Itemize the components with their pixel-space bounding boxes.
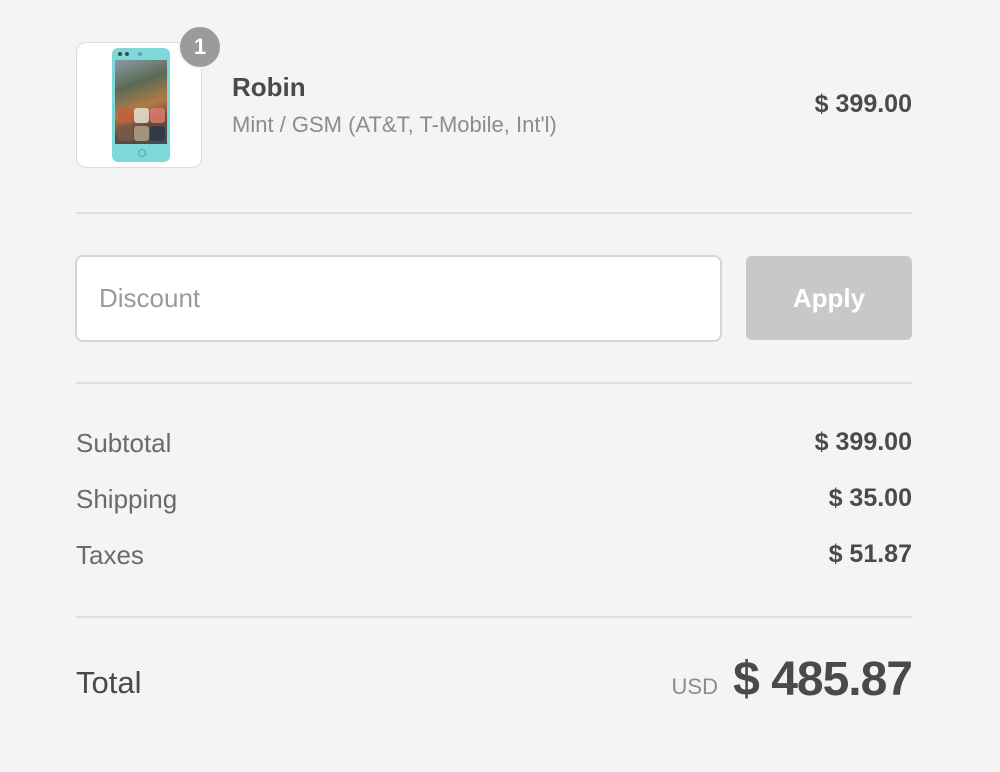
cart-line-item: 1 Robin Mint / GSM (AT&T, T-Mobile, Int'… xyxy=(76,25,912,170)
divider xyxy=(76,616,912,618)
taxes-line: Taxes $ 51.87 xyxy=(76,540,912,580)
subtotal-label: Subtotal xyxy=(76,428,172,458)
quantity-badge: 1 xyxy=(178,25,222,69)
app-tile xyxy=(118,126,133,141)
apply-discount-button[interactable]: Apply xyxy=(746,256,912,340)
divider xyxy=(76,212,912,214)
order-summary: 1 Robin Mint / GSM (AT&T, T-Mobile, Int'… xyxy=(0,0,1000,772)
taxes-value: $ 51.87 xyxy=(828,540,912,568)
product-variant: Mint / GSM (AT&T, T-Mobile, Int'l) xyxy=(232,112,557,137)
taxes-label: Taxes xyxy=(76,540,144,570)
app-tile xyxy=(134,108,149,123)
camera-dot xyxy=(118,52,122,56)
app-tile xyxy=(134,126,149,141)
phone-product-image xyxy=(112,48,170,162)
phone-screen xyxy=(115,60,167,144)
shipping-line: Shipping $ 35.00 xyxy=(76,484,912,524)
shipping-value: $ 35.00 xyxy=(828,484,912,512)
app-tile xyxy=(118,108,133,123)
subtotal-value: $ 399.00 xyxy=(814,428,912,456)
app-tile xyxy=(150,126,165,141)
app-tile xyxy=(150,108,165,123)
divider xyxy=(76,382,912,384)
discount-input[interactable] xyxy=(75,255,722,342)
total-amount: $ 485.87 xyxy=(733,653,913,706)
currency-code: USD xyxy=(671,674,718,699)
total-line: Total USD $ 485.87 xyxy=(76,650,913,720)
home-button xyxy=(138,149,146,157)
camera-dot xyxy=(125,52,129,56)
total-label: Total xyxy=(76,665,142,700)
subtotal-line: Subtotal $ 399.00 xyxy=(76,428,912,468)
speaker-dot xyxy=(138,52,142,56)
product-name: Robin xyxy=(232,72,306,102)
product-price: $ 399.00 xyxy=(814,90,912,118)
shipping-label: Shipping xyxy=(76,484,178,514)
